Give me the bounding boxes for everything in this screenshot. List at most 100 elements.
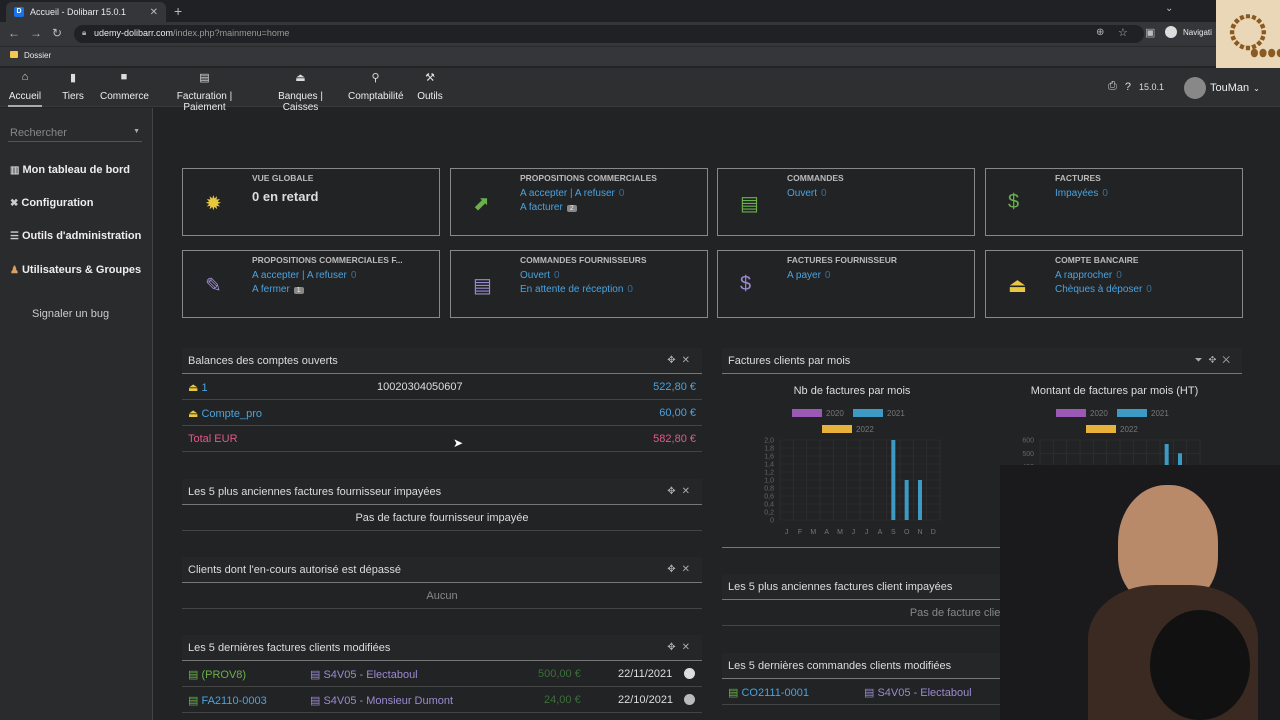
box-commandes-fournisseurs[interactable]: ▤ Commandes fournisseurs Ouvert 0 En atte… — [450, 250, 708, 318]
x-tick-label: J — [852, 529, 856, 536]
x-tick-label: S — [891, 529, 896, 536]
account-amount[interactable]: 60,00 € — [659, 407, 696, 419]
box-propositions-fournisseur[interactable]: ✎ Propositions commerciales f... A accep… — [182, 250, 440, 318]
box-link[interactable]: A facturer 2 — [520, 202, 577, 213]
star-icon[interactable]: ☆ — [1118, 26, 1128, 39]
back-icon[interactable]: ← — [8, 26, 20, 40]
legend-2020: 2020 — [792, 407, 844, 419]
bank-account-link[interactable]: ⏏ 1 — [188, 381, 208, 394]
bar-2021-N — [918, 480, 922, 520]
x-tick-label: M — [837, 529, 843, 536]
menu-item-accueil[interactable]: ⌂ Accueil — [8, 71, 42, 107]
order-link[interactable]: ▤ CO2111-0001 — [728, 686, 809, 699]
report-bug-link[interactable]: Signaler un bug — [32, 308, 109, 320]
profile-icon[interactable] — [1165, 26, 1177, 38]
box-link[interactable]: Ouvert 0 — [787, 188, 827, 199]
status-draft-icon — [684, 668, 695, 679]
box-link[interactable]: Chèques à déposer 0 — [1055, 284, 1152, 295]
legend-2022: 2022 — [1086, 423, 1138, 435]
empty-message: Pas de facture fournisseur impayée — [182, 505, 702, 531]
box-link[interactable]: A accepter | A refuser 0 — [252, 270, 356, 281]
box-title: Commandes — [787, 173, 844, 183]
box-title: Factures fournisseur — [787, 255, 898, 265]
bank-account-link[interactable]: ⏏ Compte_pro — [188, 407, 262, 420]
empty-message: Aucun — [182, 583, 702, 609]
box-vue-globale[interactable]: ✹ Vue globale 0 en retard — [182, 168, 440, 236]
box-link[interactable]: A payer 0 — [787, 270, 830, 281]
version-label: 15.0.1 — [1138, 81, 1164, 92]
browser-tab[interactable]: D Accueil - Dolibarr 15.0.1 ✕ — [6, 2, 166, 22]
filter-move-close-icons[interactable]: ⏷✥✕ — [1194, 355, 1236, 366]
total-row: Total EUR 582,80 € — [182, 426, 702, 452]
user-menu[interactable]: TouMan ⌄ — [1184, 77, 1260, 99]
help-icon[interactable]: ? — [1125, 81, 1131, 93]
browser-tab-bar: D Accueil - Dolibarr 15.0.1 ✕ + ⌄ — [0, 0, 1280, 22]
folder-icon — [10, 51, 18, 58]
building-icon: ▮ — [69, 72, 77, 84]
briefcase-icon: ■ — [120, 71, 128, 83]
invoice-link[interactable]: ▤ (PROV8) — [188, 668, 246, 681]
menu-item-outils[interactable]: ⚒ Outils — [416, 71, 444, 102]
print-icon[interactable]: ⎙ — [1108, 80, 1117, 93]
reload-icon[interactable]: ↻ — [52, 26, 62, 40]
box-title: Propositions commerciales — [520, 173, 657, 183]
panel-header: Balances des comptes ouverts ✥✕ — [182, 348, 702, 374]
bank-icon: ⏏ — [1008, 275, 1027, 297]
y-tick-label: 0,8 — [764, 486, 774, 493]
left-item-dashboard[interactable]: ▥ Mon tableau de bord — [10, 164, 130, 176]
url-field[interactable]: 🔒︎ udemy-dolibarr.com/index.php?mainmenu… — [74, 25, 1144, 43]
box-factures-fournisseur[interactable]: $ Factures fournisseur A payer 0 — [717, 250, 975, 318]
bookmark-folder[interactable]: Dossier — [24, 51, 51, 60]
close-tab-icon[interactable]: ✕ — [150, 7, 158, 18]
menu-item-facturation[interactable]: ▤ Facturation | Paiement — [156, 71, 253, 113]
y-tick-label: 1,0 — [764, 478, 774, 485]
left-item-users[interactable]: ♟ Utilisateurs & Groupes — [10, 264, 141, 276]
move-close-icons[interactable]: ✥✕ — [667, 642, 696, 653]
client-link[interactable]: ▤ S4V05 - Electaboul — [310, 668, 418, 681]
chart-nb-factures: 2,01,81,61,41,21,00,80,60,40,20 J F M A M J J A S… — [764, 438, 941, 536]
box-link[interactable]: Impayées 0 — [1055, 188, 1108, 199]
sidepanel-icon[interactable]: ▣ — [1145, 26, 1155, 39]
box-compte-bancaire[interactable]: ⏏ Compte bancaire A rapprocher 0 Chèques … — [985, 250, 1243, 318]
menu-item-commerce[interactable]: ■ Commerce — [100, 71, 149, 102]
box-link[interactable]: Ouvert 0 — [520, 270, 560, 281]
box-commandes[interactable]: ▤ Commandes Ouvert 0 — [717, 168, 975, 236]
account-amount[interactable]: 522,80 € — [653, 381, 696, 393]
user-name: TouMan — [1210, 82, 1250, 94]
menu-item-tiers[interactable]: ▮ Tiers — [60, 71, 86, 102]
move-close-icons[interactable]: ✥✕ — [667, 355, 696, 366]
zoom-icon[interactable]: ⊕ — [1096, 27, 1104, 38]
new-tab-icon[interactable]: + — [174, 3, 182, 19]
tab-search-chevron-icon[interactable]: ⌄ — [1165, 3, 1173, 14]
left-item-admin-tools[interactable]: ☰ Outils d'administration — [10, 230, 141, 242]
left-item-configuration[interactable]: ✖ Configuration — [10, 197, 94, 209]
mouse-cursor-icon: ➤ — [453, 436, 464, 450]
y-tick-label: 1,8 — [764, 446, 774, 453]
profile-label: Navigati — [1183, 28, 1212, 37]
box-link[interactable]: A accepter | A refuser 0 — [520, 188, 624, 199]
client-link[interactable]: ▤ S4V05 - Electaboul — [864, 686, 972, 699]
box-propositions[interactable]: ⬈ Propositions commerciales A accepter |… — [450, 168, 708, 236]
box-link[interactable]: A fermer 1 — [252, 284, 304, 295]
box-link[interactable]: A rapprocher 0 — [1055, 270, 1122, 281]
y-tick-label: 1,6 — [764, 454, 774, 461]
box-link[interactable]: En attente de réception 0 — [520, 284, 633, 295]
invoice-link[interactable]: ▤ FA2110-0003 — [188, 694, 267, 707]
bar-2021-S — [891, 440, 896, 520]
forward-icon[interactable]: → — [30, 26, 42, 40]
client-link[interactable]: ▤ S4V05 - Monsieur Dumont — [310, 694, 453, 707]
bank-icon: ⏏ — [188, 408, 202, 420]
move-close-icons[interactable]: ✥✕ — [667, 564, 696, 575]
box-late-count: 0 en retard — [252, 189, 319, 204]
y-tick-label: 0,6 — [764, 494, 774, 501]
chevron-down-icon: ⌄ — [1253, 83, 1260, 93]
move-close-icons[interactable]: ✥✕ — [667, 486, 696, 497]
menu-item-comptabilite[interactable]: ⚲ Comptabilité — [348, 71, 404, 102]
table-row: ⏏ Compte_pro 60,00 € — [182, 400, 702, 426]
box-factures[interactable]: $ Factures Impayées 0 — [985, 168, 1243, 236]
panel-header: Les 5 dernières factures clients modifié… — [182, 635, 702, 661]
search-select[interactable]: Rechercher ▼ — [8, 124, 142, 142]
menu-item-banques[interactable]: ⏏ Banques | Caisses — [260, 71, 341, 113]
doc-icon: ▤ — [473, 275, 492, 297]
status-unpaid-icon — [684, 694, 695, 705]
